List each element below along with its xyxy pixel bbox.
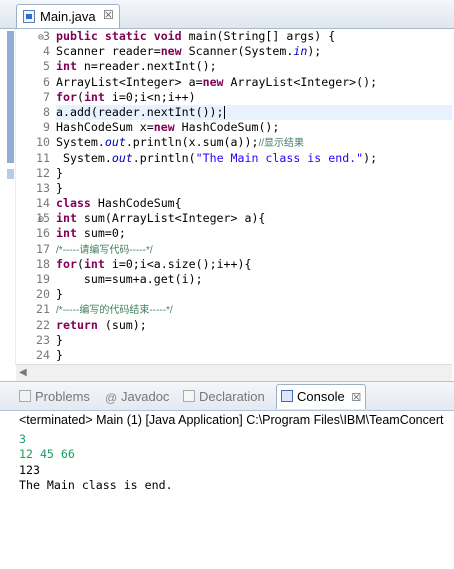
- tab-problems[interactable]: Problems: [19, 387, 90, 407]
- code-line[interactable]: System.out.println(x.sum(a));//显示结果: [56, 135, 452, 150]
- code-line[interactable]: int sum=0;: [56, 226, 452, 241]
- line-number: 9: [43, 120, 50, 135]
- fold-collapse-icon[interactable]: ⊖: [38, 212, 44, 227]
- code-line[interactable]: /*-----编写的代码结束-----*/: [56, 302, 452, 317]
- console-output[interactable]: 3 12 45 66 123 The Main class is end.: [19, 432, 449, 494]
- code-line-current[interactable]: a.add(reader.nextInt());: [56, 104, 452, 121]
- declaration-icon: [183, 390, 195, 402]
- line-number: 23: [36, 332, 50, 347]
- console-icon: [281, 390, 293, 402]
- editor-tab-main-java[interactable]: Main.java ☒: [16, 4, 120, 28]
- line-number: 14: [36, 196, 50, 211]
- line-number: 19: [36, 272, 50, 286]
- line-number: 16: [36, 226, 50, 241]
- code-line[interactable]: for(int i=0;i<a.size();i++){: [56, 257, 452, 272]
- console-output-line: The Main class is end.: [19, 478, 173, 493]
- close-icon[interactable]: ☒: [351, 392, 361, 404]
- tab-console[interactable]: Console ☒: [276, 384, 367, 409]
- tab-javadoc[interactable]: @ Javadoc: [105, 387, 169, 407]
- text-caret: [223, 105, 225, 119]
- change-marker: [7, 169, 14, 179]
- code-line[interactable]: return (sum);: [56, 318, 452, 333]
- scroll-left-icon[interactable]: ◀: [19, 367, 27, 378]
- line-number: 8: [43, 104, 50, 119]
- line-number: 7: [43, 89, 50, 104]
- console-process-info: <terminated> Main (1) [Java Application]…: [19, 413, 444, 427]
- problems-icon: [19, 390, 31, 402]
- code-line[interactable]: HashCodeSum x=new HashCodeSum();: [56, 120, 452, 135]
- javadoc-icon: @: [105, 391, 118, 405]
- line-number: 12: [36, 165, 50, 180]
- line-number: 11: [36, 150, 50, 165]
- line-number: 22: [36, 317, 50, 332]
- overview-ruler: [0, 29, 16, 366]
- code-line[interactable]: Scanner reader=new Scanner(System.in);: [56, 44, 452, 59]
- code-line[interactable]: public static void main(String[] args) {: [56, 29, 452, 44]
- code-line[interactable]: }: [56, 181, 452, 196]
- code-line[interactable]: int n=reader.nextInt();: [56, 59, 452, 74]
- code-line[interactable]: }: [56, 166, 452, 181]
- code-line[interactable]: System.out.println("The Main class is en…: [56, 151, 452, 166]
- code-line[interactable]: }: [56, 287, 452, 302]
- line-number: 13: [36, 180, 50, 195]
- code-line[interactable]: ArrayList<Integer> a=new ArrayList<Integ…: [56, 75, 452, 90]
- code-editor[interactable]: public static void main(String[] args) {…: [56, 29, 452, 365]
- line-number: 21: [36, 302, 50, 317]
- line-number: 17: [36, 241, 50, 256]
- line-number: 4: [43, 44, 50, 59]
- editor-tab-bar: Main.java ☒: [0, 0, 454, 29]
- fold-collapse-icon[interactable]: ⊖: [38, 30, 44, 45]
- line-number: 18: [36, 256, 50, 271]
- change-marker: [7, 31, 14, 163]
- console-input-line: 12 45 66: [19, 447, 75, 462]
- code-line[interactable]: }: [56, 333, 452, 348]
- code-line[interactable]: /*-----请编写代码-----*/: [56, 242, 452, 257]
- console-output-line: 123: [19, 462, 40, 477]
- line-number: 6: [43, 74, 50, 89]
- code-line[interactable]: }: [56, 348, 452, 363]
- line-number: 24: [36, 347, 50, 362]
- line-number: ⊖ 3: [16, 29, 50, 44]
- view-tab-bar: Problems @ Javadoc Declaration Console ☒: [0, 381, 454, 411]
- code-line[interactable]: sum=sum+a.get(i);: [56, 272, 452, 287]
- line-number: 10: [36, 135, 50, 150]
- code-line[interactable]: for(int i=0;i<n;i++): [56, 90, 452, 105]
- line-number: ⊖ 15: [16, 211, 50, 226]
- close-icon[interactable]: ☒: [103, 8, 114, 22]
- horizontal-scrollbar[interactable]: ◀: [16, 364, 452, 381]
- tab-declaration[interactable]: Declaration: [183, 387, 265, 407]
- line-number: 20: [36, 287, 50, 302]
- console-input-line: 3: [19, 432, 26, 446]
- editor-tab-label: Main.java: [40, 9, 96, 24]
- java-file-icon: [23, 10, 35, 23]
- code-line[interactable]: class HashCodeSum{: [56, 196, 452, 211]
- line-number: 5: [43, 59, 50, 74]
- line-number-gutter: ⊖ 3 4 5 6 7 8 9 10 11 12 13 14 ⊖ 15 16 17 …: [16, 29, 50, 365]
- code-line[interactable]: int sum(ArrayList<Integer> a){: [56, 211, 452, 226]
